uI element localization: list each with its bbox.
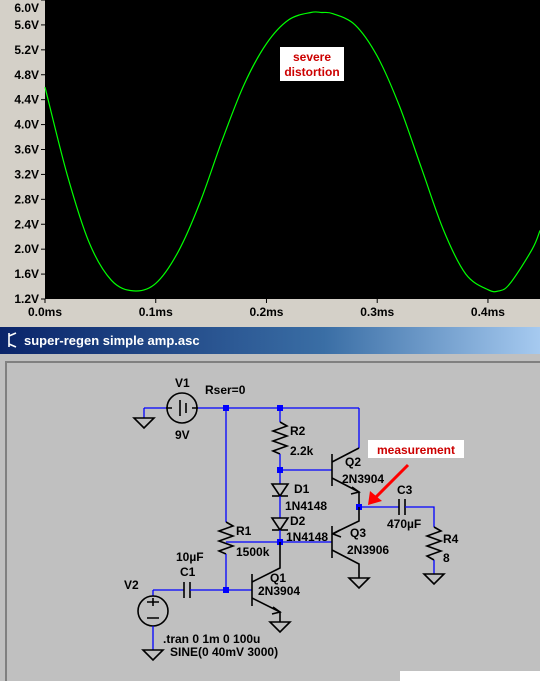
schematic-canvas[interactable]: V1 9V Rser=0 R2 2.2k Q2 2N3904 D1 1N4148… xyxy=(5,361,540,681)
ground-v1 xyxy=(132,408,156,430)
r2-label: R2 xyxy=(290,424,306,438)
title-bar[interactable]: super-regen simple amp.asc xyxy=(0,327,540,354)
y-tick-label: 4.0V xyxy=(14,118,39,132)
schematic-svg: V1 9V Rser=0 R2 2.2k Q2 2N3904 D1 1N4148… xyxy=(124,376,540,681)
sine-spec: SINE(0 40mV 3000) xyxy=(170,645,278,659)
waveform-svg: 6.0V 5.6V 5.2V 4.8V 4.4V 4.0V 3.6V 3.2V 2.8V 2.4V… xyxy=(14,0,540,319)
q1-label: Q1 xyxy=(270,571,286,585)
v2-source[interactable] xyxy=(137,590,169,662)
x-tick-label: 0.3ms xyxy=(360,305,394,319)
c1-value: 10µF xyxy=(176,550,204,564)
y-tick-label: 1.6V xyxy=(14,267,39,281)
d1-label: D1 xyxy=(294,482,310,496)
r4-label: R4 xyxy=(443,532,459,546)
r1-label: R1 xyxy=(236,524,252,538)
tran-directive[interactable]: .tran 0 1m 0 100u xyxy=(163,632,260,646)
q2-value: 2N3904 xyxy=(342,472,384,486)
y-tick-label: 5.6V xyxy=(14,18,39,32)
y-tick-label: 4.8V xyxy=(14,68,39,82)
c3-label: C3 xyxy=(397,483,413,497)
v1-source[interactable] xyxy=(144,392,226,424)
ltspice-icon xyxy=(8,332,17,348)
x-tick-label: 0.2ms xyxy=(249,305,283,319)
d2-label: D2 xyxy=(290,514,306,528)
measurement-label: measurement xyxy=(377,443,455,457)
c3-value: 470µF xyxy=(387,517,421,531)
y-tick-label: 6.0V xyxy=(14,1,39,15)
x-tick-label: 0.1ms xyxy=(139,305,173,319)
r4-value: 8 xyxy=(443,551,450,565)
y-tick-label: 1.2V xyxy=(14,292,39,306)
y-tick-label: 2.0V xyxy=(14,242,39,256)
plot-area xyxy=(45,0,540,299)
y-tick-label: 2.4V xyxy=(14,217,39,231)
v2-label: V2 xyxy=(124,578,139,592)
q3-label: Q3 xyxy=(350,526,366,540)
q2-label: Q2 xyxy=(345,455,361,469)
resistor-r4[interactable] xyxy=(422,526,446,586)
q1-value: 2N3904 xyxy=(258,584,300,598)
r2-value: 2.2k xyxy=(290,444,314,458)
x-tick-label: 0.0ms xyxy=(28,305,62,319)
v1-label: V1 xyxy=(175,376,190,390)
ground-q3 xyxy=(347,577,371,590)
r1-value: 1500k xyxy=(236,545,270,559)
resistor-r1[interactable] xyxy=(216,408,236,590)
schematic-window[interactable]: super-regen simple amp.asc V1 9V Rser=0 xyxy=(0,327,540,681)
y-tick-label: 3.2V xyxy=(14,167,39,181)
y-tick-label: 3.6V xyxy=(14,143,39,157)
capacitor-c1[interactable] xyxy=(153,582,252,598)
resistor-r2[interactable] xyxy=(270,408,290,470)
annotation-line-1: severe xyxy=(293,50,331,64)
annotation-line-2: distortion xyxy=(284,65,339,79)
d1-value: 1N4148 xyxy=(285,499,327,513)
window-title: super-regen simple amp.asc xyxy=(24,333,200,348)
y-tick-label: 4.4V xyxy=(14,93,39,107)
q3-value: 2N3906 xyxy=(347,543,389,557)
c1-label: C1 xyxy=(180,565,196,579)
canvas-corner xyxy=(400,671,540,681)
x-tick-label: 0.4ms xyxy=(471,305,505,319)
v1-value: 9V xyxy=(175,428,190,442)
rser-label: Rser=0 xyxy=(205,383,246,397)
y-tick-label: 5.2V xyxy=(14,43,39,57)
waveform-plot[interactable]: 6.0V 5.6V 5.2V 4.8V 4.4V 4.0V 3.6V 3.2V 2.8V 2.4V… xyxy=(0,0,540,322)
y-tick-label: 2.8V xyxy=(14,192,39,206)
